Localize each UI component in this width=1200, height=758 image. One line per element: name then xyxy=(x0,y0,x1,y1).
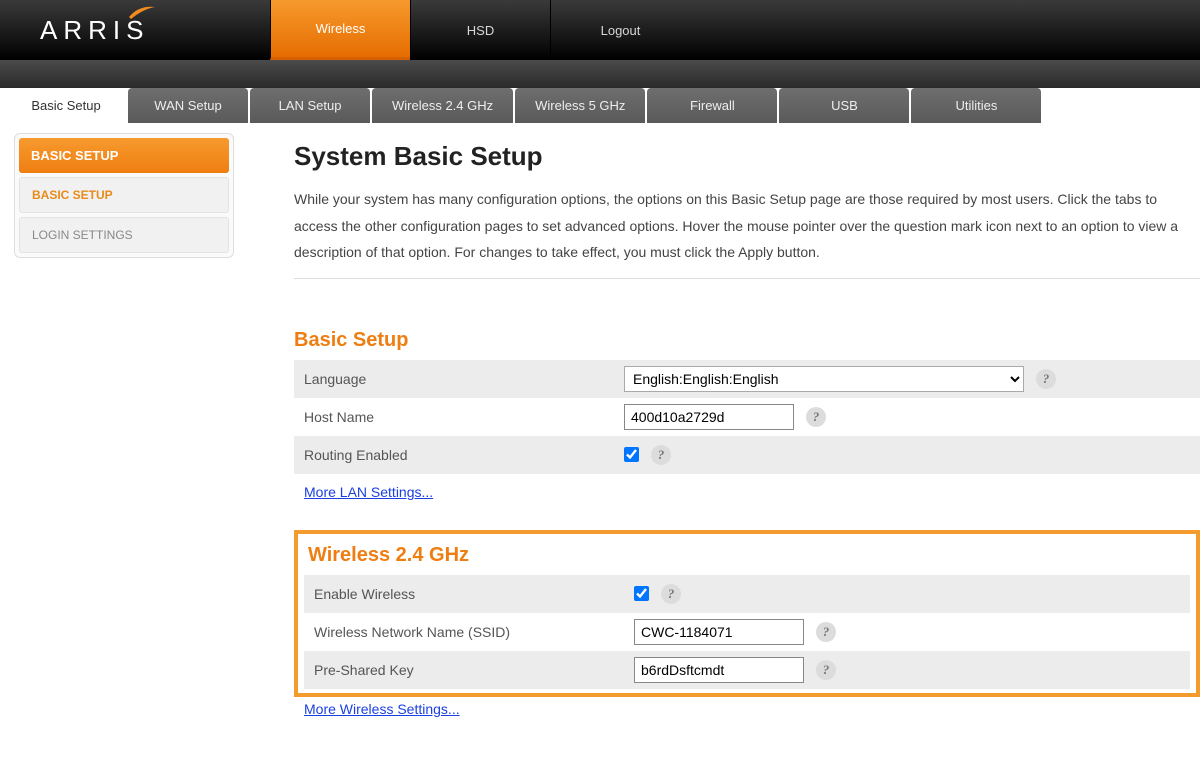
tab-usb[interactable]: USB xyxy=(779,88,909,123)
checkbox-routing-enabled[interactable] xyxy=(624,447,639,462)
select-language[interactable]: English:English:English xyxy=(624,366,1024,392)
tab-basic-setup[interactable]: Basic Setup xyxy=(6,88,126,123)
row-hostname: Host Name ? xyxy=(294,398,1200,436)
brand-logo: ARRIS xyxy=(0,0,270,60)
sidebar: BASIC SETUP BASIC SETUP LOGIN SETTINGS xyxy=(14,133,234,258)
swoosh-icon xyxy=(129,5,155,19)
tab-firewall[interactable]: Firewall xyxy=(647,88,777,123)
section-basic-setup-heading: Basic Setup xyxy=(294,329,1200,352)
tab-wireless-5[interactable]: Wireless 5 GHz xyxy=(515,88,645,123)
link-more-wireless-settings[interactable]: More Wireless Settings... xyxy=(304,701,460,717)
input-hostname[interactable] xyxy=(624,404,794,430)
row-ssid: Wireless Network Name (SSID) ? xyxy=(304,613,1190,651)
input-psk[interactable] xyxy=(634,657,804,683)
sidebar-item-login-settings[interactable]: LOGIN SETTINGS xyxy=(19,217,229,253)
top-bar: ARRIS Wireless HSD Logout xyxy=(0,0,1200,60)
help-icon[interactable]: ? xyxy=(1036,369,1056,389)
help-icon[interactable]: ? xyxy=(816,660,836,680)
help-icon[interactable]: ? xyxy=(651,445,671,465)
tab-wan-setup[interactable]: WAN Setup xyxy=(128,88,248,123)
input-ssid[interactable] xyxy=(634,619,804,645)
tab-utilities[interactable]: Utilities xyxy=(911,88,1041,123)
top-nav: Wireless HSD Logout xyxy=(270,0,690,60)
tab-lan-setup[interactable]: LAN Setup xyxy=(250,88,370,123)
label-language: Language xyxy=(304,371,624,387)
topnav-hsd[interactable]: HSD xyxy=(410,0,550,60)
content: System Basic Setup While your system has… xyxy=(234,133,1200,747)
topbar-strip xyxy=(0,60,1200,88)
sidebar-item-basic-setup[interactable]: BASIC SETUP xyxy=(19,177,229,213)
label-enable-wireless: Enable Wireless xyxy=(314,586,634,602)
main-area: BASIC SETUP BASIC SETUP LOGIN SETTINGS S… xyxy=(0,123,1200,747)
checkbox-enable-wireless[interactable] xyxy=(634,586,649,601)
page-intro: While your system has many configuration… xyxy=(294,186,1200,279)
help-icon[interactable]: ? xyxy=(806,407,826,427)
topnav-wireless[interactable]: Wireless xyxy=(270,0,410,60)
row-language: Language English:English:English ? xyxy=(294,360,1200,398)
label-routing: Routing Enabled xyxy=(304,447,624,463)
label-hostname: Host Name xyxy=(304,409,624,425)
highlight-wireless-24: Wireless 2.4 GHz Enable Wireless ? Wirel… xyxy=(294,530,1200,697)
topnav-logout[interactable]: Logout xyxy=(550,0,690,60)
label-ssid: Wireless Network Name (SSID) xyxy=(314,624,634,640)
page-title: System Basic Setup xyxy=(294,141,1200,172)
sidebar-header: BASIC SETUP xyxy=(19,138,229,173)
link-more-lan-settings[interactable]: More LAN Settings... xyxy=(304,484,433,500)
help-icon[interactable]: ? xyxy=(816,622,836,642)
tab-wireless-24[interactable]: Wireless 2.4 GHz xyxy=(372,88,513,123)
row-psk: Pre-Shared Key ? xyxy=(304,651,1190,689)
section-wireless24-heading: Wireless 2.4 GHz xyxy=(308,544,1190,567)
help-icon[interactable]: ? xyxy=(661,584,681,604)
label-psk: Pre-Shared Key xyxy=(314,662,634,678)
brand-name: ARRIS xyxy=(40,15,149,45)
brand-text: ARRIS xyxy=(40,15,149,46)
tabs-row: Basic Setup WAN Setup LAN Setup Wireless… xyxy=(0,88,1200,123)
row-routing: Routing Enabled ? xyxy=(294,436,1200,474)
row-enable-wireless: Enable Wireless ? xyxy=(304,575,1190,613)
